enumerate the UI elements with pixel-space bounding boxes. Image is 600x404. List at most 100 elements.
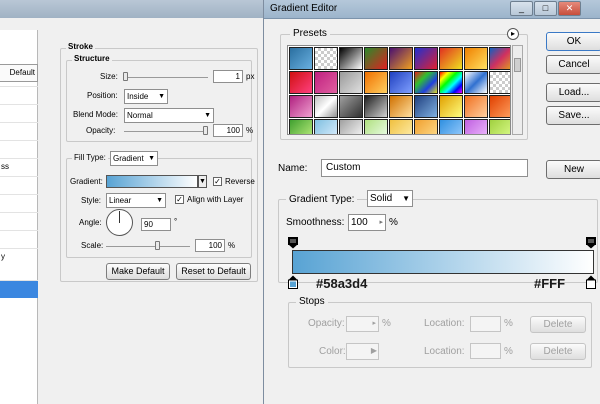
gradient-preset-swatch[interactable]: [314, 47, 338, 70]
scale-input[interactable]: 100: [195, 239, 225, 252]
gradient-preset-swatch[interactable]: [289, 119, 313, 134]
delete-color-stop-button[interactable]: Delete: [530, 343, 586, 360]
sidebar-item[interactable]: ss: [0, 158, 38, 176]
cancel-button[interactable]: Cancel: [546, 55, 600, 74]
reverse-checkbox[interactable]: ✓: [213, 177, 222, 186]
sidebar-item-stroke-selected[interactable]: [0, 280, 38, 298]
smoothness-input[interactable]: 100 ▸: [348, 214, 386, 231]
stop-opacity-location-input[interactable]: [470, 316, 501, 332]
gradient-preset-swatch[interactable]: [389, 119, 413, 134]
reset-to-default-button[interactable]: Reset to Default: [176, 263, 251, 280]
gradient-preset-swatch[interactable]: [464, 47, 488, 70]
stop-color-swatch[interactable]: ▶: [346, 343, 379, 360]
position-select[interactable]: Inside ▼: [124, 89, 168, 104]
gradient-preset-swatch[interactable]: [439, 119, 463, 134]
load-button[interactable]: Load...: [546, 83, 600, 102]
gradient-preset-swatch[interactable]: [414, 119, 438, 134]
size-slider-handle[interactable]: [123, 72, 128, 81]
sidebar-item[interactable]: [0, 176, 38, 194]
presets-menu-icon[interactable]: ▸: [507, 28, 519, 40]
angle-dial[interactable]: [106, 209, 133, 236]
stop-opacity-input[interactable]: ▸: [346, 316, 379, 332]
scale-slider-track[interactable]: [106, 246, 190, 247]
gradient-preset-swatch[interactable]: [389, 95, 413, 118]
gradient-preset-swatch[interactable]: [464, 95, 488, 118]
blend-mode-select[interactable]: Normal ▼: [124, 108, 214, 123]
gradient-preset-swatch[interactable]: [464, 119, 488, 134]
sidebar-item[interactable]: [0, 230, 38, 248]
layer-style-sidebar: Default ss y: [0, 30, 38, 404]
gradient-preset-swatch[interactable]: [414, 95, 438, 118]
ok-button[interactable]: OK: [546, 32, 600, 51]
gradient-preset-swatch[interactable]: [289, 71, 313, 94]
size-input[interactable]: 1: [213, 70, 243, 83]
opacity-input[interactable]: 100: [213, 124, 243, 137]
gradient-preset-swatch[interactable]: [414, 71, 438, 94]
maximize-icon[interactable]: □: [534, 1, 557, 16]
sidebar-item[interactable]: [0, 104, 38, 122]
smoothness-label: Smoothness:: [286, 217, 345, 228]
stop-opacity-location-unit: %: [504, 318, 513, 329]
gradient-preset-swatch[interactable]: [364, 47, 388, 70]
opacity-stop-right[interactable]: [586, 237, 596, 249]
gradient-preset-swatch[interactable]: [489, 95, 510, 118]
sidebar-item[interactable]: [0, 194, 38, 212]
fill-type-select[interactable]: Gradient ▼: [110, 151, 158, 166]
delete-opacity-stop-button[interactable]: Delete: [530, 316, 586, 333]
gradient-preset-swatch[interactable]: [339, 119, 363, 134]
new-button[interactable]: New: [546, 160, 600, 179]
stop-color-location-input[interactable]: [470, 343, 501, 359]
style-select[interactable]: Linear ▼: [106, 193, 166, 208]
gradient-preset-swatch[interactable]: [489, 47, 510, 70]
minimize-icon[interactable]: _: [510, 1, 533, 16]
gradient-preset-swatch[interactable]: [364, 71, 388, 94]
gradient-preset-swatch[interactable]: [414, 47, 438, 70]
make-default-button[interactable]: Make Default: [106, 263, 170, 280]
gradient-preset-swatch[interactable]: [339, 71, 363, 94]
gradient-preset-swatch[interactable]: [364, 95, 388, 118]
opacity-slider-handle[interactable]: [203, 126, 208, 135]
sidebar-item[interactable]: [0, 86, 38, 104]
presets-scrollbar[interactable]: [512, 45, 523, 135]
gradient-name-input[interactable]: Custom: [321, 159, 528, 177]
gradient-preset-swatch[interactable]: [439, 47, 463, 70]
stroke-title: Stroke: [66, 42, 95, 51]
gradient-preset-swatch[interactable]: [339, 95, 363, 118]
gradient-preset-swatch[interactable]: [489, 119, 510, 134]
gradient-dropdown[interactable]: ▼: [198, 175, 207, 188]
sidebar-item[interactable]: [0, 140, 38, 158]
presets-scroll-thumb[interactable]: [514, 58, 521, 72]
opacity-stop-left[interactable]: [288, 237, 298, 249]
gradient-preset-swatch[interactable]: [389, 71, 413, 94]
sidebar-item[interactable]: y: [0, 248, 38, 266]
gradient-preset-swatch[interactable]: [314, 119, 338, 134]
gradient-bar[interactable]: [292, 250, 594, 274]
gradient-preset-swatch[interactable]: [289, 47, 313, 70]
gradient-preset-swatch[interactable]: [389, 47, 413, 70]
gradient-type-select[interactable]: Solid ▼: [367, 190, 413, 207]
sidebar-item[interactable]: [0, 122, 38, 140]
opacity-slider-track[interactable]: [124, 131, 208, 132]
sidebar-item[interactable]: [0, 212, 38, 230]
gradient-editor-titlebar[interactable]: Gradient Editor _ □ ✕: [264, 0, 600, 19]
close-icon[interactable]: ✕: [558, 1, 581, 16]
gradient-preset-swatch[interactable]: [314, 71, 338, 94]
color-stop-left[interactable]: [288, 275, 298, 289]
gradient-preset-swatch[interactable]: [364, 119, 388, 134]
save-button[interactable]: Save...: [546, 106, 600, 125]
gradient-preset-swatch[interactable]: [439, 71, 463, 94]
align-with-layer-checkbox[interactable]: ✓: [175, 195, 184, 204]
scale-slider-handle[interactable]: [155, 241, 160, 250]
sidebar-default-item[interactable]: Default: [0, 64, 38, 82]
color-stop-right[interactable]: [586, 275, 596, 289]
gradient-preview[interactable]: [106, 175, 198, 188]
gradient-preset-swatch[interactable]: [339, 47, 363, 70]
gradient-preset-swatch[interactable]: [489, 71, 510, 94]
gradient-preset-swatch[interactable]: [439, 95, 463, 118]
stop-color-label: Color:: [319, 346, 346, 357]
gradient-preset-swatch[interactable]: [314, 95, 338, 118]
angle-input[interactable]: 90: [141, 218, 171, 231]
gradient-preset-swatch[interactable]: [464, 71, 488, 94]
gradient-preset-swatch[interactable]: [289, 95, 313, 118]
size-slider-track[interactable]: [124, 77, 208, 78]
